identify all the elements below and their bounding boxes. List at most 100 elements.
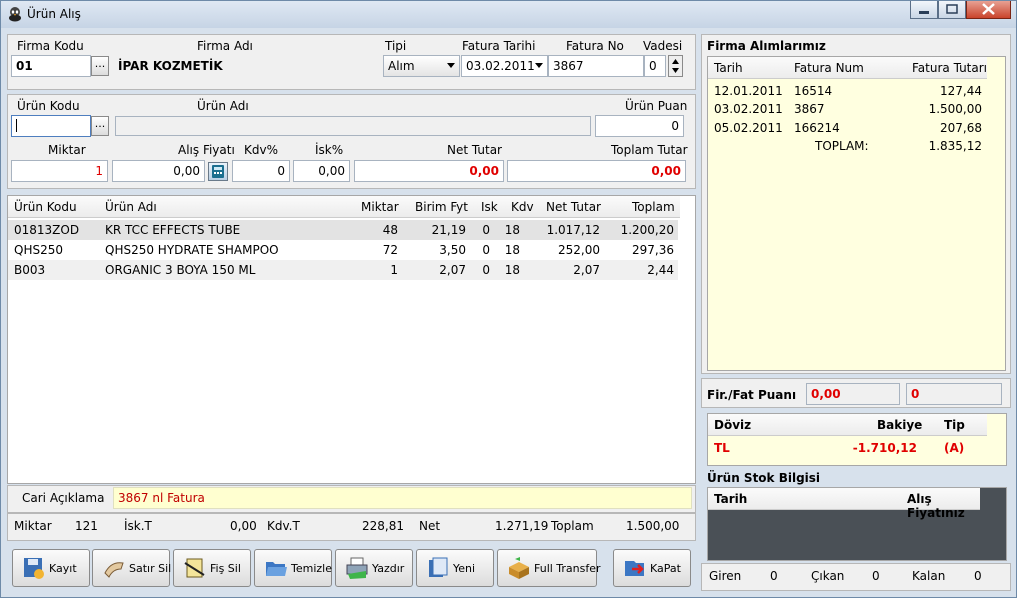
- toplam-tutar-field: 0,00: [507, 160, 686, 182]
- full-transfer-button[interactable]: Full Transfer: [497, 549, 601, 587]
- tipi-select[interactable]: Alım: [383, 55, 460, 77]
- text-cursor: [16, 119, 17, 132]
- cell: 0: [482, 223, 490, 237]
- toplam-value: 1.835,12: [928, 139, 982, 153]
- vadesi-spinner[interactable]: [668, 55, 683, 77]
- table-row[interactable]: QHS250 QHS250 HYDRATE SHAMPOO 72 3,50 0 …: [8, 240, 678, 260]
- kdv-field[interactable]: 0: [232, 160, 290, 182]
- col-alis-fiyatiniz: Alış Fiyatınız: [907, 492, 965, 520]
- items-grid[interactable]: Ürün Kodu Ürün Adı Miktar Birim Fyt Isk …: [7, 195, 696, 484]
- total-net-label: Net: [419, 519, 441, 533]
- net-tutar-label: Net Tutar: [447, 143, 502, 157]
- doviz-row[interactable]: TL -1.710,12 (A): [708, 438, 988, 458]
- giren-label: Giren: [709, 569, 742, 583]
- urun-browse-button[interactable]: ...: [91, 116, 109, 136]
- kdv-label: Kdv%: [244, 143, 278, 157]
- cell: 16514: [794, 84, 833, 98]
- alis-fiyati-field[interactable]: 0,00: [112, 160, 205, 182]
- firma-alimlari-toplam-row: TOPLAM: 1.835,12: [708, 136, 988, 156]
- firma-adi-label: Firma Adı: [197, 39, 253, 53]
- kayit-label: Kayıt: [49, 562, 77, 575]
- col-tip: Tip: [944, 418, 965, 432]
- cell: KR TCC EFFECTS TUBE: [105, 223, 241, 237]
- chevron-down-icon: [447, 63, 455, 68]
- app-window: Ürün Alış Firma Kodu Firma Adı Tipi Fatu…: [0, 0, 1017, 598]
- total-toplam-value: 1.500,00: [626, 519, 680, 533]
- fat-puan-field: 0: [906, 383, 1002, 405]
- kayit-button[interactable]: Kayıt: [12, 549, 90, 587]
- minimize-button[interactable]: [910, 1, 938, 19]
- miktar-field[interactable]: 1: [11, 160, 108, 182]
- cell: 01813ZOD: [14, 223, 80, 237]
- cell: 1: [390, 263, 398, 277]
- stok-grid[interactable]: Tarih Alış Fiyatınız: [707, 487, 1007, 561]
- cell: 12.01.2011: [714, 84, 783, 98]
- urun-kodu-input[interactable]: [11, 115, 91, 137]
- col-birim-fyt: Birim Fyt: [415, 200, 468, 214]
- cari-aciklama-field[interactable]: 3867 nl Fatura: [113, 487, 692, 509]
- total-miktar-value: 121: [75, 519, 98, 533]
- minimize-icon: [919, 11, 929, 14]
- save-icon: [24, 558, 44, 579]
- urun-puan-field[interactable]: 0: [595, 115, 684, 137]
- urun-kodu-label: Ürün Kodu: [17, 99, 80, 113]
- doviz-grid[interactable]: Döviz Bakiye Tip TL -1.710,12 (A): [707, 413, 1007, 466]
- kapat-button[interactable]: KaPat: [613, 549, 691, 587]
- printer-icon: [346, 557, 368, 579]
- total-kdvt-value: 228,81: [362, 519, 404, 533]
- yeni-button[interactable]: Yeni: [416, 549, 494, 587]
- cell: 252,00: [558, 243, 600, 257]
- firma-browse-button[interactable]: ...: [91, 56, 109, 76]
- list-item[interactable]: 03.02.2011 3867 1.500,00: [708, 99, 988, 119]
- transfer-box-icon: [509, 557, 529, 579]
- total-iskt-label: İsk.T: [124, 519, 152, 533]
- col-isk: Isk: [481, 200, 498, 214]
- yazdir-label: Yazdır: [372, 562, 405, 575]
- cell: 3,50: [439, 243, 466, 257]
- firma-alimlari-grid[interactable]: Tarih Fatura Num Fatura Tutarı 12.01.201…: [707, 56, 1006, 371]
- yazdir-button[interactable]: Yazdır: [335, 549, 413, 587]
- cell: 127,44: [940, 84, 982, 98]
- close-button[interactable]: [966, 1, 1011, 19]
- total-iskt-value: 0,00: [230, 519, 257, 533]
- total-miktar-label: Miktar: [14, 519, 52, 533]
- maximize-button[interactable]: [938, 1, 966, 19]
- isk-field[interactable]: 0,00: [293, 160, 350, 182]
- cikan-value: 0: [872, 569, 880, 583]
- stok-title: Ürün Stok Bilgisi: [707, 471, 821, 485]
- total-kdvt-label: Kdv.T: [267, 519, 300, 533]
- toplam-tutar-label: Toplam Tutar: [611, 143, 688, 157]
- fatura-no-label: Fatura No: [566, 39, 624, 53]
- doviz-header: Döviz Bakiye Tip: [708, 414, 987, 436]
- spinner-arrows-icon: [672, 59, 679, 73]
- cari-label: Cari Açıklama: [22, 491, 105, 505]
- list-item[interactable]: 05.02.2011 166214 207,68: [708, 118, 988, 138]
- cell: 297,36: [632, 243, 674, 257]
- vadesi-field[interactable]: 0: [644, 55, 666, 77]
- col-doviz: Döviz: [714, 418, 752, 432]
- temizle-button[interactable]: Temizle: [254, 549, 332, 587]
- firma-kodu-field[interactable]: 01: [11, 55, 91, 77]
- cell: 3867: [794, 102, 825, 116]
- table-row[interactable]: B003 ORGANIC 3 BOYA 150 ML 1 2,07 0 18 2…: [8, 260, 678, 280]
- col-tarih: Tarih: [714, 61, 743, 75]
- cell: 48: [382, 223, 398, 237]
- stok-summary-panel: [701, 563, 1011, 591]
- calculator-button[interactable]: [208, 162, 228, 181]
- satir-sil-button[interactable]: Satır Sil: [92, 549, 171, 587]
- kalan-value: 0: [974, 569, 982, 583]
- table-row[interactable]: 01813ZOD KR TCC EFFECTS TUBE 48 21,19 0 …: [8, 220, 678, 240]
- fis-sil-button[interactable]: Fiş Sil: [173, 549, 251, 587]
- calendar-dropdown-icon: [535, 63, 543, 68]
- cell: 166214: [794, 121, 840, 135]
- yeni-label: Yeni: [453, 562, 476, 575]
- cell: 1.200,20: [620, 223, 674, 237]
- fatura-no-field[interactable]: 3867: [548, 55, 644, 77]
- cell: -1.710,12: [852, 441, 917, 455]
- exit-icon: [625, 561, 644, 576]
- cell: 0: [482, 243, 490, 257]
- list-item[interactable]: 12.01.2011 16514 127,44: [708, 81, 988, 101]
- fatura-tarihi-field[interactable]: 03.02.2011: [461, 55, 548, 77]
- cell: TL: [714, 441, 730, 455]
- close-icon: [982, 3, 995, 15]
